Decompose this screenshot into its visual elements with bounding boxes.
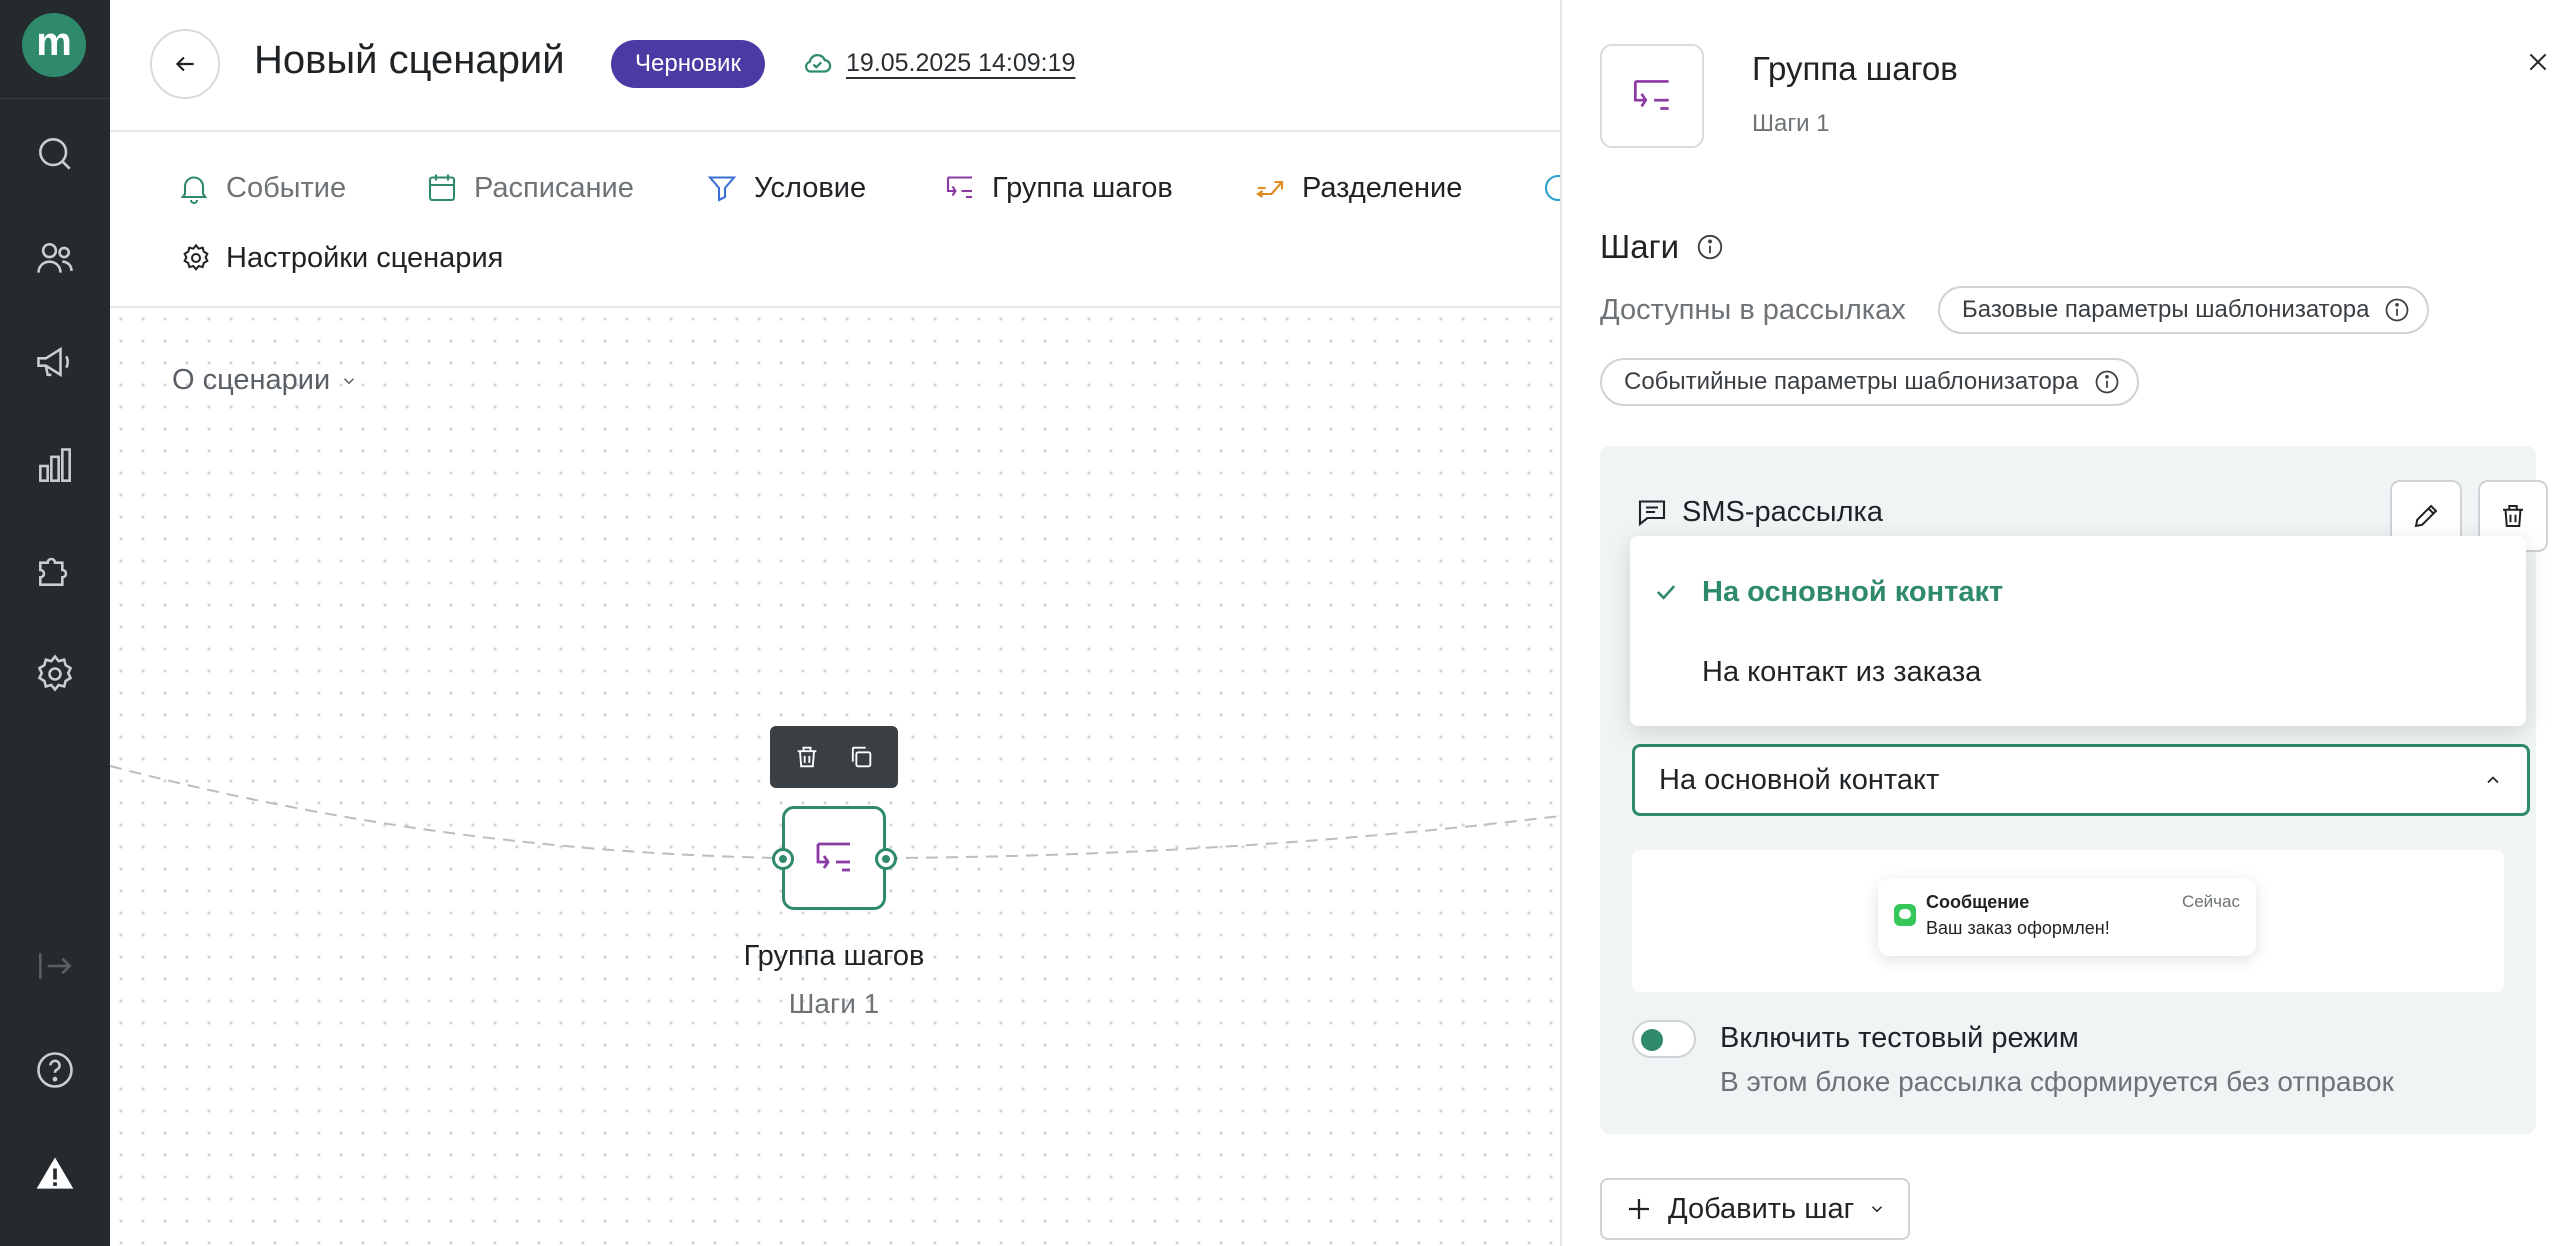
notification-title: Сообщение bbox=[1926, 892, 2030, 912]
plus-icon bbox=[1629, 1199, 1649, 1219]
incoming-connection bbox=[110, 765, 783, 859]
step-group-node[interactable] bbox=[782, 806, 886, 910]
steps-heading-label: Шаги bbox=[1600, 228, 1680, 265]
warning-icon[interactable] bbox=[29, 1148, 81, 1200]
more-node-icon bbox=[1544, 174, 1560, 202]
messages-app-icon bbox=[1894, 904, 1916, 926]
panel-subtitle: Шаги 1 bbox=[1752, 110, 1830, 137]
scenario-settings-label: Настройки сценария bbox=[226, 241, 504, 274]
dropdown-option-order-contact[interactable]: На контакт из заказа bbox=[1630, 632, 2526, 712]
toolbar-item-event[interactable]: Событие bbox=[176, 162, 346, 214]
pencil-icon bbox=[2414, 504, 2438, 528]
info-icon[interactable] bbox=[1695, 232, 1725, 262]
toolbar-item-label: Условие bbox=[754, 171, 867, 204]
outgoing-connection bbox=[885, 815, 1560, 859]
scenario-canvas[interactable]: О сценарии Группа шагов Шаги 1 bbox=[110, 308, 1560, 1246]
logout-icon[interactable] bbox=[29, 940, 81, 992]
event-template-params-chip[interactable]: Событийные параметры шаблонизатора bbox=[1600, 358, 2139, 406]
trash-icon bbox=[2503, 505, 2523, 527]
puzzle-icon[interactable] bbox=[29, 544, 81, 596]
panel-node-icon bbox=[1600, 44, 1704, 148]
toolbar-item-more[interactable] bbox=[1540, 162, 1560, 214]
status-badge: Черновик bbox=[611, 40, 765, 88]
toolbar-item-schedule[interactable]: Расписание bbox=[424, 162, 634, 214]
node-subtitle: Шаги 1 bbox=[788, 988, 880, 1019]
dropdown-option-main-contact[interactable]: На основной контакт bbox=[1630, 552, 2526, 632]
megaphone-icon[interactable] bbox=[29, 336, 81, 388]
recipient-dropdown: На основной контакт На контакт из заказа bbox=[1630, 536, 2526, 726]
arrow-left-icon bbox=[175, 56, 194, 72]
trash-icon bbox=[797, 746, 817, 768]
toolbar-item-label: Расписание bbox=[474, 171, 634, 204]
panel-title: Группа шагов bbox=[1752, 50, 1958, 87]
check-icon bbox=[1656, 585, 1676, 600]
logo-letter: m bbox=[36, 19, 72, 64]
toolbar-item-label: Группа шагов bbox=[992, 171, 1173, 204]
test-mode-hint: В этом блоке рассылка сформируется без о… bbox=[1720, 1066, 2394, 1097]
chevron-down-icon bbox=[1872, 1206, 1883, 1213]
add-step-button[interactable]: Добавить шаг bbox=[1600, 1178, 1911, 1240]
gear-icon bbox=[183, 243, 209, 271]
toolbar-item-step-group[interactable]: Группа шагов bbox=[942, 162, 1173, 214]
search-icon[interactable] bbox=[29, 128, 81, 180]
node-input-port[interactable] bbox=[772, 848, 794, 870]
sms-preview: Сообщение Сейчас Ваш заказ оформлен! bbox=[1632, 850, 2504, 992]
duplicate-node-button[interactable] bbox=[847, 743, 875, 771]
close-panel-button[interactable] bbox=[2520, 44, 2556, 80]
steps-heading: Шаги bbox=[1600, 228, 1725, 266]
chart-icon[interactable] bbox=[29, 440, 81, 492]
info-icon bbox=[2095, 370, 2118, 394]
step-group-icon bbox=[816, 842, 850, 872]
notification-text: Ваш заказ оформлен! bbox=[1926, 918, 2110, 938]
gear-icon[interactable] bbox=[29, 648, 81, 700]
message-icon bbox=[1638, 500, 1666, 527]
toolbar-item-label: Событие bbox=[226, 171, 347, 204]
toolbar-item-split[interactable]: Разделение bbox=[1252, 162, 1462, 214]
calendar-icon bbox=[428, 174, 456, 202]
notification-time: Сейчас bbox=[2181, 892, 2240, 911]
back-button[interactable] bbox=[150, 29, 220, 99]
add-step-label: Добавить шаг bbox=[1668, 1192, 1855, 1225]
filter-icon bbox=[707, 176, 737, 202]
chip-label: Базовые параметры шаблонизатора bbox=[1962, 296, 2370, 323]
users-icon[interactable] bbox=[29, 232, 81, 284]
saved-timestamp[interactable]: 19.05.2025 14:09:19 bbox=[846, 49, 1075, 78]
step-group-icon bbox=[1633, 80, 1669, 110]
sms-step-title: SMS-рассылка bbox=[1634, 494, 1883, 530]
node-toolbar-palette: Событие Расписание Условие Группа шагов … bbox=[110, 132, 1560, 308]
basic-template-params-chip[interactable]: Базовые параметры шаблонизатора bbox=[1938, 286, 2430, 334]
notification-preview: Сообщение Сейчас Ваш заказ оформлен! bbox=[1878, 878, 2256, 956]
test-mode-toggle[interactable] bbox=[1632, 1020, 1696, 1058]
node-output-port[interactable] bbox=[875, 848, 897, 870]
delete-node-button[interactable] bbox=[793, 743, 821, 771]
test-mode-label: Включить тестовый режим bbox=[1720, 1022, 2079, 1054]
bell-icon bbox=[180, 176, 208, 204]
copy-icon bbox=[851, 746, 872, 768]
page-title: Новый сценарий bbox=[254, 38, 565, 82]
close-icon bbox=[2529, 53, 2547, 71]
dropdown-option-label: На контакт из заказа bbox=[1702, 655, 1982, 688]
toolbar-item-condition[interactable]: Условие bbox=[704, 162, 866, 214]
node-actions bbox=[770, 726, 898, 788]
available-label: Доступны в рассылках bbox=[1600, 294, 1906, 326]
left-rail: m bbox=[0, 0, 110, 1246]
sms-step-label: SMS-рассылка bbox=[1682, 495, 1883, 528]
info-icon bbox=[2386, 298, 2409, 322]
node-title: Группа шагов bbox=[743, 940, 925, 972]
dropdown-option-label: На основной контакт bbox=[1702, 575, 2004, 608]
step-group-icon bbox=[946, 176, 972, 199]
rail-divider bbox=[0, 98, 110, 99]
toolbar-item-label: Разделение bbox=[1302, 171, 1463, 204]
help-icon[interactable] bbox=[29, 1044, 81, 1096]
scenario-header: Новый сценарий Черновик 19.05.2025 14:09… bbox=[110, 0, 1560, 132]
split-icon bbox=[1256, 180, 1284, 198]
recipient-select-value: На основной контакт bbox=[1659, 763, 1940, 796]
scenario-settings-button[interactable]: Настройки сценария bbox=[180, 232, 503, 284]
recipient-select[interactable]: На основной контакт bbox=[1632, 744, 2530, 816]
app-logo[interactable]: m bbox=[22, 13, 86, 77]
save-status: 19.05.2025 14:09:19 bbox=[800, 46, 1075, 80]
chip-label: Событийные параметры шаблонизатора bbox=[1624, 368, 2079, 395]
chevron-up-icon bbox=[2487, 776, 2499, 784]
cloud-check-icon bbox=[804, 53, 832, 73]
